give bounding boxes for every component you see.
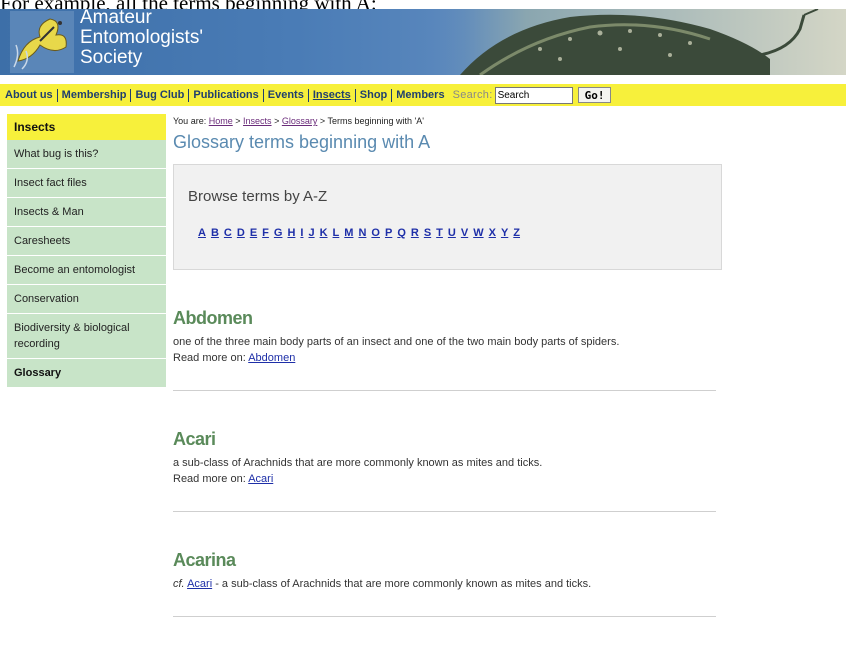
az-letter-link[interactable]: N — [358, 227, 366, 239]
divider — [173, 511, 716, 512]
sidebar: Insects What bug is this? Insect fact fi… — [7, 114, 166, 388]
search-label: Search: — [452, 89, 493, 101]
az-letter-link[interactable]: P — [385, 227, 392, 239]
sidebar-item-caresheets[interactable]: Caresheets — [7, 227, 166, 256]
sidebar-item-fact-files[interactable]: Insect fact files — [7, 169, 166, 198]
butterfly-logo-icon[interactable] — [10, 11, 74, 73]
breadcrumb-prefix: You are: — [173, 116, 207, 126]
cf-link[interactable]: Acari — [187, 578, 212, 590]
page-title: Glossary terms beginning with A — [173, 132, 431, 152]
breadcrumb-current: Terms beginning with 'A' — [327, 116, 424, 126]
read-more-link[interactable]: Acari — [248, 473, 273, 485]
main-nav: About us Membership Bug Club Publication… — [0, 84, 846, 106]
az-letter-link[interactable]: C — [224, 227, 232, 239]
az-letter-link[interactable]: X — [489, 227, 496, 239]
breadcrumb-separator: > — [319, 116, 326, 126]
nav-shop[interactable]: Shop — [356, 88, 393, 102]
sidebar-item-insects-man[interactable]: Insects & Man — [7, 198, 166, 227]
az-letter-link[interactable]: W — [473, 227, 483, 239]
breadcrumb-home-link[interactable]: Home — [209, 116, 233, 126]
breadcrumb-insects-link[interactable]: Insects — [243, 116, 272, 126]
sidebar-heading[interactable]: Insects — [7, 114, 166, 140]
az-letter-link[interactable]: Q — [397, 227, 406, 239]
term-definition-text: one of the three main body parts of an i… — [173, 336, 620, 348]
az-letter-link[interactable]: R — [411, 227, 419, 239]
term-heading: Abdomen — [173, 308, 253, 328]
glossary-term: Abdomen one of the three main body parts… — [173, 308, 733, 391]
nav-insects[interactable]: Insects — [309, 88, 356, 102]
az-browse-box: Browse terms by A-Z ABCDEFGHIJKLMNOPQRST… — [173, 164, 722, 270]
az-letter-link[interactable]: K — [320, 227, 328, 239]
site-title-line-2: Entomologists' — [80, 27, 203, 48]
az-letter-link[interactable]: D — [237, 227, 245, 239]
sidebar-item-become-entomologist[interactable]: Become an entomologist — [7, 256, 166, 285]
nav-bug-club[interactable]: Bug Club — [131, 88, 190, 102]
sidebar-item-conservation[interactable]: Conservation — [7, 285, 166, 314]
nav-publications[interactable]: Publications — [189, 88, 264, 102]
divider — [173, 390, 716, 391]
az-letter-link[interactable]: A — [198, 227, 206, 239]
site-title[interactable]: Amateur Entomologists' Society — [80, 9, 203, 68]
weevil-photo — [420, 9, 846, 75]
az-letter-link[interactable]: L — [333, 227, 340, 239]
site-title-line-1: Amateur — [80, 9, 152, 28]
term-heading: Acari — [173, 429, 216, 449]
term-definition-text: - a sub-class of Arachnids that are more… — [212, 578, 592, 590]
clipped-caption-text: For example, all the terms beginning wit… — [0, 0, 846, 9]
glossary-term: Acari a sub-class of Arachnids that are … — [173, 429, 733, 512]
sidebar-item-what-bug[interactable]: What bug is this? — [7, 140, 166, 169]
az-letter-link[interactable]: F — [262, 227, 269, 239]
az-letter-link[interactable]: T — [436, 227, 443, 239]
breadcrumb-separator: > — [274, 116, 280, 126]
az-letter-link[interactable]: E — [250, 227, 257, 239]
term-definition: cf. Acari - a sub-class of Arachnids tha… — [173, 576, 733, 592]
term-definition: one of the three main body parts of an i… — [173, 334, 733, 366]
sidebar-item-biodiversity[interactable]: Biodiversity & biological recording — [7, 314, 166, 359]
read-more-label: Read more on: — [173, 473, 246, 485]
site-header: Amateur Entomologists' Society — [0, 9, 846, 75]
az-letter-link[interactable]: S — [424, 227, 431, 239]
nav-membership[interactable]: Membership — [58, 88, 132, 102]
az-letter-link[interactable]: V — [461, 227, 468, 239]
az-letter-link[interactable]: I — [300, 227, 303, 239]
nav-about-us[interactable]: About us — [0, 88, 58, 102]
az-letter-link[interactable]: H — [287, 227, 295, 239]
search-go-button[interactable]: Go! — [577, 87, 612, 103]
az-title: Browse terms by A-Z — [188, 188, 328, 205]
az-letter-link[interactable]: J — [308, 227, 314, 239]
divider — [173, 616, 716, 617]
az-letter-list: ABCDEFGHIJKLMNOPQRSTUVWXYZ — [174, 205, 721, 239]
main-content: You are: Home > Insects > Glossary > Ter… — [173, 114, 733, 617]
breadcrumb: You are: Home > Insects > Glossary > Ter… — [173, 114, 733, 128]
term-definition-text: a sub-class of Arachnids that are more c… — [173, 457, 543, 469]
az-letter-link[interactable]: M — [344, 227, 353, 239]
nav-events[interactable]: Events — [264, 88, 309, 102]
site-title-line-3: Society — [80, 47, 143, 68]
az-letter-link[interactable]: Y — [501, 227, 508, 239]
read-more-link[interactable]: Abdomen — [248, 352, 295, 364]
az-letter-link[interactable]: Z — [513, 227, 520, 239]
term-heading: Acarina — [173, 550, 236, 570]
glossary-term: Acarina cf. Acari - a sub-class of Arach… — [173, 550, 733, 617]
az-letter-link[interactable]: U — [448, 227, 456, 239]
nav-members[interactable]: Members — [392, 89, 448, 102]
az-letter-link[interactable]: B — [211, 227, 219, 239]
breadcrumb-separator: > — [235, 116, 241, 126]
breadcrumb-glossary-link[interactable]: Glossary — [282, 116, 318, 126]
sidebar-item-glossary[interactable]: Glossary — [7, 359, 166, 388]
az-letter-link[interactable]: G — [274, 227, 283, 239]
read-more-label: Read more on: — [173, 352, 246, 364]
term-definition: a sub-class of Arachnids that are more c… — [173, 455, 733, 487]
search-input[interactable] — [494, 86, 573, 104]
az-letter-link[interactable]: O — [371, 227, 380, 239]
cf-label: cf. — [173, 578, 185, 590]
